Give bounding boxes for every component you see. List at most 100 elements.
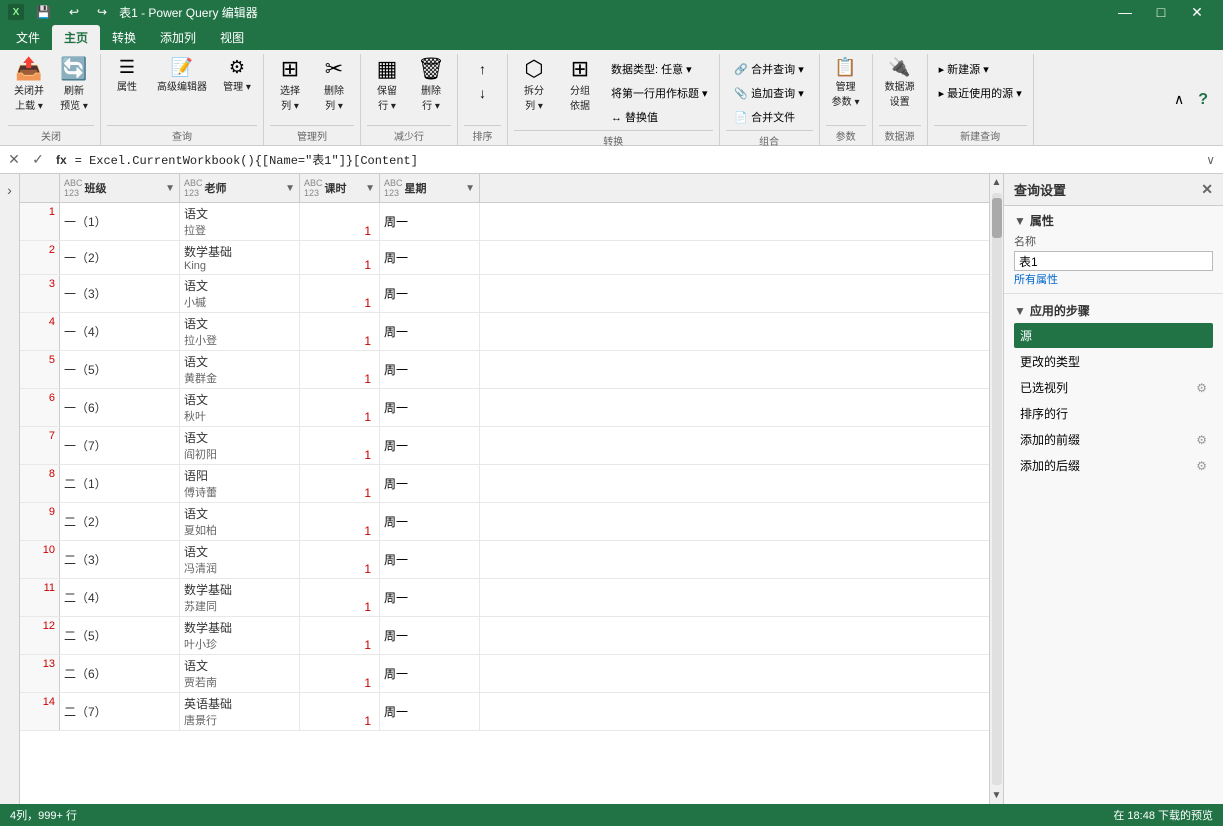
- step-item-change-type[interactable]: 更改的类型: [1014, 349, 1213, 374]
- step-item-added-prefix[interactable]: 添加的前缀 ⚙: [1014, 427, 1213, 452]
- cell-weekday: 周一: [380, 465, 480, 502]
- split-col-btn[interactable]: ⬡ 拆分列 ▾: [514, 54, 554, 116]
- keep-rows-btn[interactable]: ▦ 保留行 ▾: [367, 54, 407, 116]
- manage-params-icon: 📋: [834, 58, 856, 76]
- table-row: 1 一（1） 语文 拉登 1 周一: [20, 203, 989, 241]
- refresh-btn[interactable]: 🔄 刷新预览 ▾: [54, 54, 94, 116]
- manage-icon: ⚙: [229, 58, 245, 76]
- col-filter-weekday[interactable]: ▼: [465, 183, 475, 194]
- sort-asc-btn[interactable]: ↑: [474, 58, 491, 80]
- cell-hours: 1: [300, 465, 380, 502]
- manage-btn[interactable]: ⚙ 管理 ▾: [217, 54, 257, 97]
- tab-view[interactable]: 视图: [208, 25, 256, 50]
- save-btn[interactable]: 💾: [30, 3, 57, 21]
- scroll-thumb[interactable]: [992, 198, 1002, 238]
- formula-cancel-btn[interactable]: ✕: [4, 150, 24, 170]
- col-filter-hours[interactable]: ▼: [365, 183, 375, 194]
- cell-hours: 1: [300, 241, 380, 274]
- manage-params-btn[interactable]: 📋 管理参数 ▾: [826, 54, 866, 112]
- col-header-weekday[interactable]: ABC123 星期 ▼: [380, 174, 480, 202]
- cell-weekday: 周一: [380, 351, 480, 388]
- ribbon-group-new-query: ▸ 新建源 ▾ ▸ 最近使用的源 ▾ 新建查询: [928, 54, 1034, 145]
- properties-btn[interactable]: ☰ 属性: [107, 54, 147, 97]
- table-body[interactable]: 1 一（1） 语文 拉登 1 周一 2 一（2） 数学基础 King 1 周一 …: [20, 203, 989, 804]
- cell-hours: 1: [300, 579, 380, 616]
- delete-rows-btn[interactable]: 🗑 删除行 ▾: [411, 54, 451, 116]
- step-item-added-suffix[interactable]: 添加的后缀 ⚙: [1014, 453, 1213, 478]
- properties-toggle[interactable]: ▼: [1014, 214, 1026, 228]
- adv-editor-btn[interactable]: 📝 高级编辑器: [151, 54, 213, 97]
- append-queries-btn[interactable]: 📎 追加查询 ▾: [729, 82, 808, 104]
- group-by-btn[interactable]: ⊞ 分组依据: [560, 54, 600, 116]
- tab-home[interactable]: 主页: [52, 25, 100, 50]
- name-input[interactable]: [1014, 251, 1213, 271]
- cell-teacher: 语文 秋叶: [180, 389, 300, 426]
- step-settings-added-suffix[interactable]: ⚙: [1196, 459, 1207, 473]
- cell-teacher-name: 叶小珍: [184, 636, 295, 652]
- row-num-cell: 6: [20, 389, 60, 426]
- minimize-btn[interactable]: —: [1107, 0, 1143, 24]
- data-type-btn[interactable]: 数据类型: 任意 ▾: [606, 58, 713, 80]
- col-filter-teacher[interactable]: ▼: [285, 183, 295, 194]
- close-btn[interactable]: ✕: [1179, 0, 1215, 24]
- step-settings-filtered-rows[interactable]: ⚙: [1196, 381, 1207, 395]
- choose-cols-btn[interactable]: ⊞ 选择列 ▾: [270, 54, 310, 116]
- cell-teacher-name: 冯清润: [184, 560, 295, 576]
- maximize-btn[interactable]: □: [1143, 0, 1179, 24]
- col-header-class[interactable]: ABC123 班级 ▼: [60, 174, 180, 202]
- col-header-hours[interactable]: ABC123 课时 ▼: [300, 174, 380, 202]
- step-item-filtered-rows[interactable]: 已选视列 ⚙: [1014, 375, 1213, 400]
- cell-teacher-name: 拉登: [184, 222, 295, 238]
- sort-desc-icon: ↓: [479, 85, 486, 101]
- step-settings-added-prefix[interactable]: ⚙: [1196, 433, 1207, 447]
- cell-hours: 1: [300, 427, 380, 464]
- replace-val-btn[interactable]: ↔ 替换值: [606, 106, 713, 128]
- datasource-settings-btn[interactable]: 🔌 数据源设置: [879, 54, 921, 112]
- recent-source-btn[interactable]: ▸ 最近使用的源 ▾: [934, 82, 1027, 104]
- cell-teacher-name: 黄群金: [184, 370, 295, 386]
- cell-teacher: 语文 黄群金: [180, 351, 300, 388]
- step-item-source[interactable]: 源: [1014, 323, 1213, 348]
- col-filter-class[interactable]: ▼: [165, 183, 175, 194]
- cell-class: 二（6）: [60, 655, 180, 692]
- table-row: 14 二（7） 英语基础 唐景行 1 周一: [20, 693, 989, 731]
- formula-input[interactable]: [75, 153, 1199, 167]
- title-bar-left: X 💾 ↩ ↪ 表1 - Power Query 编辑器: [8, 3, 258, 21]
- ribbon-help-btn[interactable]: ?: [1193, 88, 1213, 112]
- cell-teacher-subject: 数学基础: [184, 581, 295, 598]
- toggle-collapse-btn[interactable]: ›: [7, 182, 12, 198]
- sort-desc-btn[interactable]: ↓: [474, 82, 491, 104]
- row-num-cell: 14: [20, 693, 60, 730]
- step-item-sorted-rows[interactable]: 排序的行: [1014, 401, 1213, 426]
- cell-teacher-name: King: [184, 260, 295, 272]
- cell-hours: 1: [300, 617, 380, 654]
- close-load-btn[interactable]: 📤 关闭并上载 ▾: [8, 54, 50, 116]
- tab-transform[interactable]: 转换: [100, 25, 148, 50]
- ribbon-group-manage-cols: ⊞ 选择列 ▾ ✂ 删除列 ▾ 管理列: [264, 54, 361, 145]
- steps-toggle[interactable]: ▼: [1014, 304, 1026, 318]
- choose-cols-icon: ⊞: [281, 58, 299, 80]
- right-panel-close-btn[interactable]: ✕: [1201, 181, 1213, 198]
- vertical-scrollbar[interactable]: ▲ ▼: [989, 174, 1003, 804]
- merge-file-btn[interactable]: 📄 合并文件: [729, 106, 808, 128]
- formula-expand-btn[interactable]: ∨: [1202, 151, 1219, 169]
- cell-class-line1: 一（2）: [64, 249, 175, 266]
- cell-weekday: 周一: [380, 541, 480, 578]
- properties-icon: ☰: [119, 58, 135, 76]
- all-props-link[interactable]: 所有属性: [1014, 274, 1058, 286]
- undo-btn[interactable]: ↩: [63, 3, 85, 21]
- tab-file[interactable]: 文件: [4, 25, 52, 50]
- delete-cols-btn[interactable]: ✂ 删除列 ▾: [314, 54, 354, 116]
- merge-queries-btn[interactable]: 🔗 合并查询 ▾: [729, 58, 808, 80]
- formula-confirm-btn[interactable]: ✓: [28, 150, 48, 170]
- cell-teacher-subject: 语文: [184, 505, 295, 522]
- ribbon-up-btn[interactable]: ∧: [1169, 88, 1189, 111]
- table-row: 10 二（3） 语文 冯清润 1 周一: [20, 541, 989, 579]
- new-source-btn[interactable]: ▸ 新建源 ▾: [934, 58, 1027, 80]
- first-row-btn[interactable]: 将第一行用作标题 ▾: [606, 82, 713, 104]
- col-header-teacher[interactable]: ABC123 老师 ▼: [180, 174, 300, 202]
- redo-btn[interactable]: ↪: [91, 3, 113, 21]
- tab-addcol[interactable]: 添加列: [148, 25, 208, 50]
- col-name-weekday: 星期: [405, 180, 464, 196]
- cell-weekday: 周一: [380, 579, 480, 616]
